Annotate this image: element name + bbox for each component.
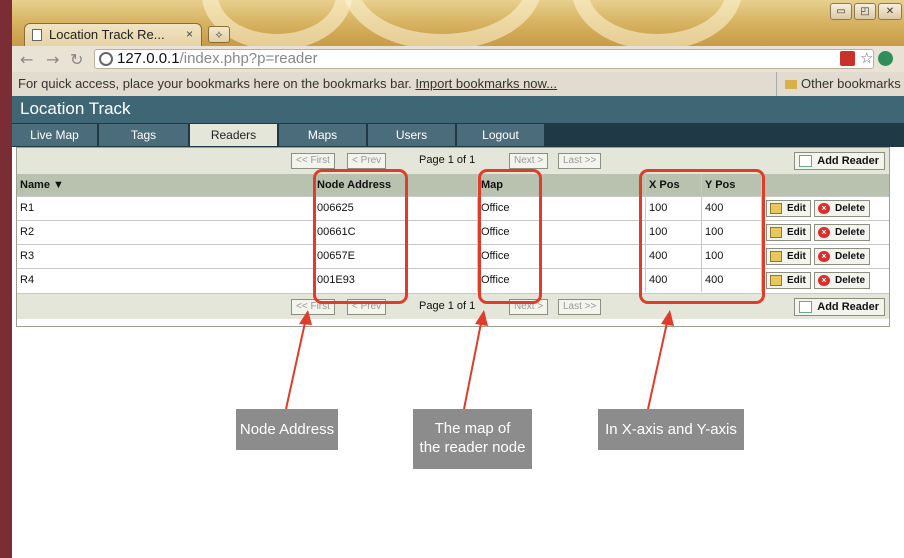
arrow-xy <box>647 317 669 410</box>
screenshot-stage: Location Track Re... × ⟡ ▭ ◰ ✕ ← → ↻ 127… <box>0 0 904 558</box>
arrow-node-address <box>285 317 307 410</box>
callout-xy: In X-axis and Y-axis <box>598 409 744 450</box>
arrow-map <box>463 317 483 410</box>
callout-map: The map of the reader node <box>413 409 532 469</box>
callout-xy-text: In X-axis and Y-axis <box>605 421 737 438</box>
arrow-head-xy <box>661 310 674 326</box>
browser-window: Location Track Re... × ⟡ ▭ ◰ ✕ ← → ↻ 127… <box>12 0 904 558</box>
arrow-head-node-address <box>299 310 312 325</box>
arrow-head-map <box>475 310 488 326</box>
callout-node-address-text: Node Address <box>239 421 335 438</box>
window-frame <box>0 0 12 558</box>
callout-node-address: Node Address <box>236 409 338 450</box>
annotation-arrows <box>285 310 674 410</box>
callout-map-line2: the reader node <box>419 439 526 456</box>
callout-map-line1: The map of <box>434 420 511 437</box>
